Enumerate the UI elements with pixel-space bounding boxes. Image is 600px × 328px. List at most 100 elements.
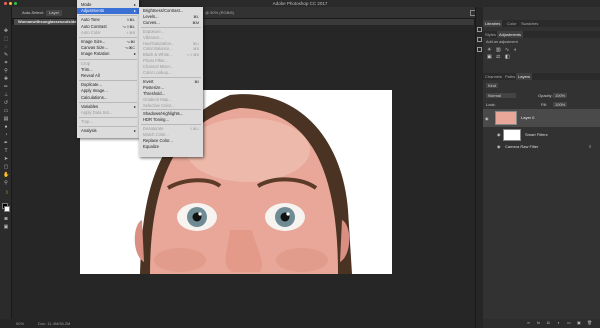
filter-options-icon[interactable]: ≡ bbox=[589, 144, 591, 149]
brush-panel-icon[interactable] bbox=[477, 47, 482, 52]
eyedropper-tool-icon[interactable]: ⚲ bbox=[3, 69, 9, 74]
menu-item-canvas-size[interactable]: Canvas Size... ⌥⌘C bbox=[77, 45, 139, 51]
hand-tool-icon[interactable]: ✋ bbox=[3, 173, 9, 178]
maximize-window-icon[interactable] bbox=[14, 2, 17, 5]
menu-separator bbox=[79, 101, 137, 103]
type-tool-icon[interactable]: T bbox=[3, 149, 9, 154]
exposure-adjust-icon[interactable]: ◐ bbox=[514, 47, 517, 53]
banana-icon[interactable]: ☽ bbox=[3, 191, 9, 196]
visibility-eye-icon[interactable]: ◉ bbox=[485, 116, 489, 121]
status-zoom[interactable]: 50% bbox=[16, 319, 24, 328]
clone-stamp-icon[interactable]: ⊥ bbox=[3, 93, 9, 98]
balance-adjust-icon[interactable]: ⚖ bbox=[496, 54, 500, 60]
tab-channels[interactable]: Channels bbox=[483, 73, 504, 80]
link-layers-icon[interactable]: ∞ bbox=[527, 320, 530, 325]
tab-adjustments[interactable]: Adjustments bbox=[497, 31, 524, 38]
auto-select-dropdown[interactable]: Layer bbox=[46, 10, 63, 16]
tab-styles[interactable]: Styles bbox=[483, 31, 498, 38]
layer-kind-filter[interactable]: Kind bbox=[486, 83, 499, 88]
tab-color[interactable]: Color bbox=[505, 20, 519, 27]
menu-item-auto-color: Auto Color ⇧⌘B bbox=[77, 30, 139, 36]
add-mask-icon[interactable]: ◘ bbox=[547, 320, 549, 325]
menu-separator bbox=[79, 58, 137, 60]
tab-swatches[interactable]: Swatches bbox=[519, 20, 540, 27]
close-window-icon[interactable] bbox=[4, 2, 7, 5]
menu-separator bbox=[141, 124, 201, 126]
blend-mode-select[interactable]: Normal bbox=[486, 93, 516, 98]
menu-item-duplicate[interactable]: Duplicate... bbox=[77, 82, 139, 88]
menu-item-image-rotation[interactable]: Image Rotation ▸ bbox=[77, 51, 139, 57]
lasso-tool-icon[interactable]: ◌ bbox=[3, 45, 9, 50]
levels-adjust-icon[interactable]: ▥ bbox=[496, 47, 501, 53]
pen-tool-icon[interactable]: ✒ bbox=[3, 141, 9, 146]
brightness-adjust-icon[interactable]: ☀ bbox=[487, 47, 491, 53]
layer-row[interactable]: ◉ Smart Filters bbox=[483, 128, 600, 142]
menu-item-curves[interactable]: Curves... ⌘M bbox=[139, 20, 203, 26]
curves-adjust-icon[interactable]: ∿ bbox=[505, 47, 509, 53]
crop-tool-icon[interactable]: ⌗ bbox=[3, 61, 9, 66]
dodge-tool-icon[interactable]: ◔ bbox=[3, 133, 9, 138]
eraser-tool-icon[interactable]: ▭ bbox=[3, 109, 9, 114]
layer-row[interactable]: ◉ Camera Raw Filter ≡ bbox=[483, 143, 600, 151]
layer-row[interactable]: ◉ Layer 0 bbox=[483, 109, 600, 127]
menu-separator bbox=[79, 126, 137, 128]
opacity-input[interactable]: 100% bbox=[553, 93, 568, 98]
blur-tool-icon[interactable]: ● bbox=[3, 125, 9, 130]
quick-mask-icon[interactable]: ◙ bbox=[3, 217, 9, 222]
menu-item-label: Analysis bbox=[81, 128, 97, 134]
adjustments-submenu: Brightness/Contrast... Levels... ⌘L Curves.… bbox=[139, 7, 203, 157]
menu-item-trim[interactable]: Trim... bbox=[77, 67, 139, 73]
new-group-icon[interactable]: ▭ bbox=[567, 320, 571, 325]
menu-item-mode[interactable]: Mode ▸ bbox=[77, 2, 139, 8]
menu-item-label: Brightness/Contrast... bbox=[143, 8, 184, 13]
new-fill-layer-icon[interactable]: ◑ bbox=[557, 320, 559, 325]
visibility-eye-icon[interactable]: ◉ bbox=[497, 144, 501, 149]
fill-input[interactable]: 100% bbox=[553, 102, 568, 107]
menu-item-selective-color: Selective Color... bbox=[139, 103, 203, 109]
marquee-tool-icon[interactable]: ⬚ bbox=[3, 37, 9, 42]
layer-name[interactable]: Layer 0 bbox=[521, 115, 534, 120]
menu-item-auto-tone[interactable]: Auto Tone ⇧⌘L bbox=[77, 17, 139, 23]
menu-item-calculations[interactable]: Calculations... bbox=[77, 95, 139, 101]
menu-item-reveal-all[interactable]: Reveal All bbox=[77, 73, 139, 79]
menu-separator bbox=[141, 26, 201, 28]
menu-item-image-size[interactable]: Image Size... ⌥⌘I bbox=[77, 39, 139, 45]
fx-icon[interactable]: fx bbox=[537, 320, 540, 325]
minimize-window-icon[interactable] bbox=[9, 2, 12, 5]
layer-name[interactable]: Camera Raw Filter bbox=[505, 144, 538, 149]
shape-tool-icon[interactable]: ▢ bbox=[3, 165, 9, 170]
submenu-arrow-icon: ▸ bbox=[133, 103, 136, 109]
new-layer-icon[interactable]: ▣ bbox=[577, 320, 581, 325]
history-panel-icon[interactable] bbox=[477, 27, 482, 32]
background-color-swatch[interactable] bbox=[4, 206, 10, 212]
adjustment-icons: ☀ ▥ ∿ ◐ ▣ ⚖ ◧ bbox=[487, 47, 547, 61]
adjust-heading: Add an adjustment bbox=[486, 40, 518, 44]
trash-icon[interactable]: 🗑 bbox=[587, 320, 592, 325]
gradient-tool-icon[interactable]: ▤ bbox=[3, 117, 9, 122]
menu-item-adjustments[interactable]: Adjustments ▸ bbox=[77, 8, 139, 15]
tab-libraries[interactable]: Libraries bbox=[483, 20, 503, 27]
bw-adjust-icon[interactable]: ◧ bbox=[505, 54, 510, 60]
hue-adjust-icon[interactable]: ▣ bbox=[487, 54, 492, 60]
menu-separator bbox=[141, 76, 201, 78]
properties-panel-icon[interactable] bbox=[477, 37, 482, 42]
menu-item-auto-contrast[interactable]: Auto Contrast ⌥⇧⌘L bbox=[77, 24, 139, 30]
menu-item-hdr-toning[interactable]: HDR Toning... bbox=[139, 117, 203, 123]
brush-tool-icon[interactable]: ✏ bbox=[3, 85, 9, 90]
zoom-tool-icon[interactable]: ⚲ bbox=[3, 181, 9, 186]
move-tool-icon[interactable]: ✥ bbox=[3, 29, 9, 34]
submenu-arrow-icon: ▸ bbox=[133, 51, 136, 57]
menu-item-analysis[interactable]: Analysis ▸ bbox=[77, 128, 139, 134]
quick-select-tool-icon[interactable]: ✎ bbox=[3, 53, 9, 58]
visibility-eye-icon[interactable]: ◉ bbox=[497, 132, 501, 137]
tab-layers[interactable]: Layers bbox=[516, 73, 533, 80]
history-brush-icon[interactable]: ↺ bbox=[3, 101, 9, 106]
screen-mode-icon[interactable]: ▣ bbox=[3, 225, 9, 230]
menu-item-apply-image[interactable]: Apply Image... bbox=[77, 88, 139, 94]
layer-name[interactable]: Smart Filters bbox=[525, 132, 548, 137]
menu-item-variables[interactable]: Variables ▸ bbox=[77, 104, 139, 110]
path-select-icon[interactable]: ➤ bbox=[3, 157, 9, 162]
toolbar: ✥ ⬚ ◌ ✎ ⌗ ⚲ ✚ ✏ ⊥ ↺ ▭ ▤ ● ◔ ✒ T ➤ ▢ ✋ ⚲ … bbox=[0, 7, 12, 319]
healing-brush-icon[interactable]: ✚ bbox=[3, 77, 9, 82]
menu-item-equalize[interactable]: Equalize bbox=[139, 144, 203, 150]
